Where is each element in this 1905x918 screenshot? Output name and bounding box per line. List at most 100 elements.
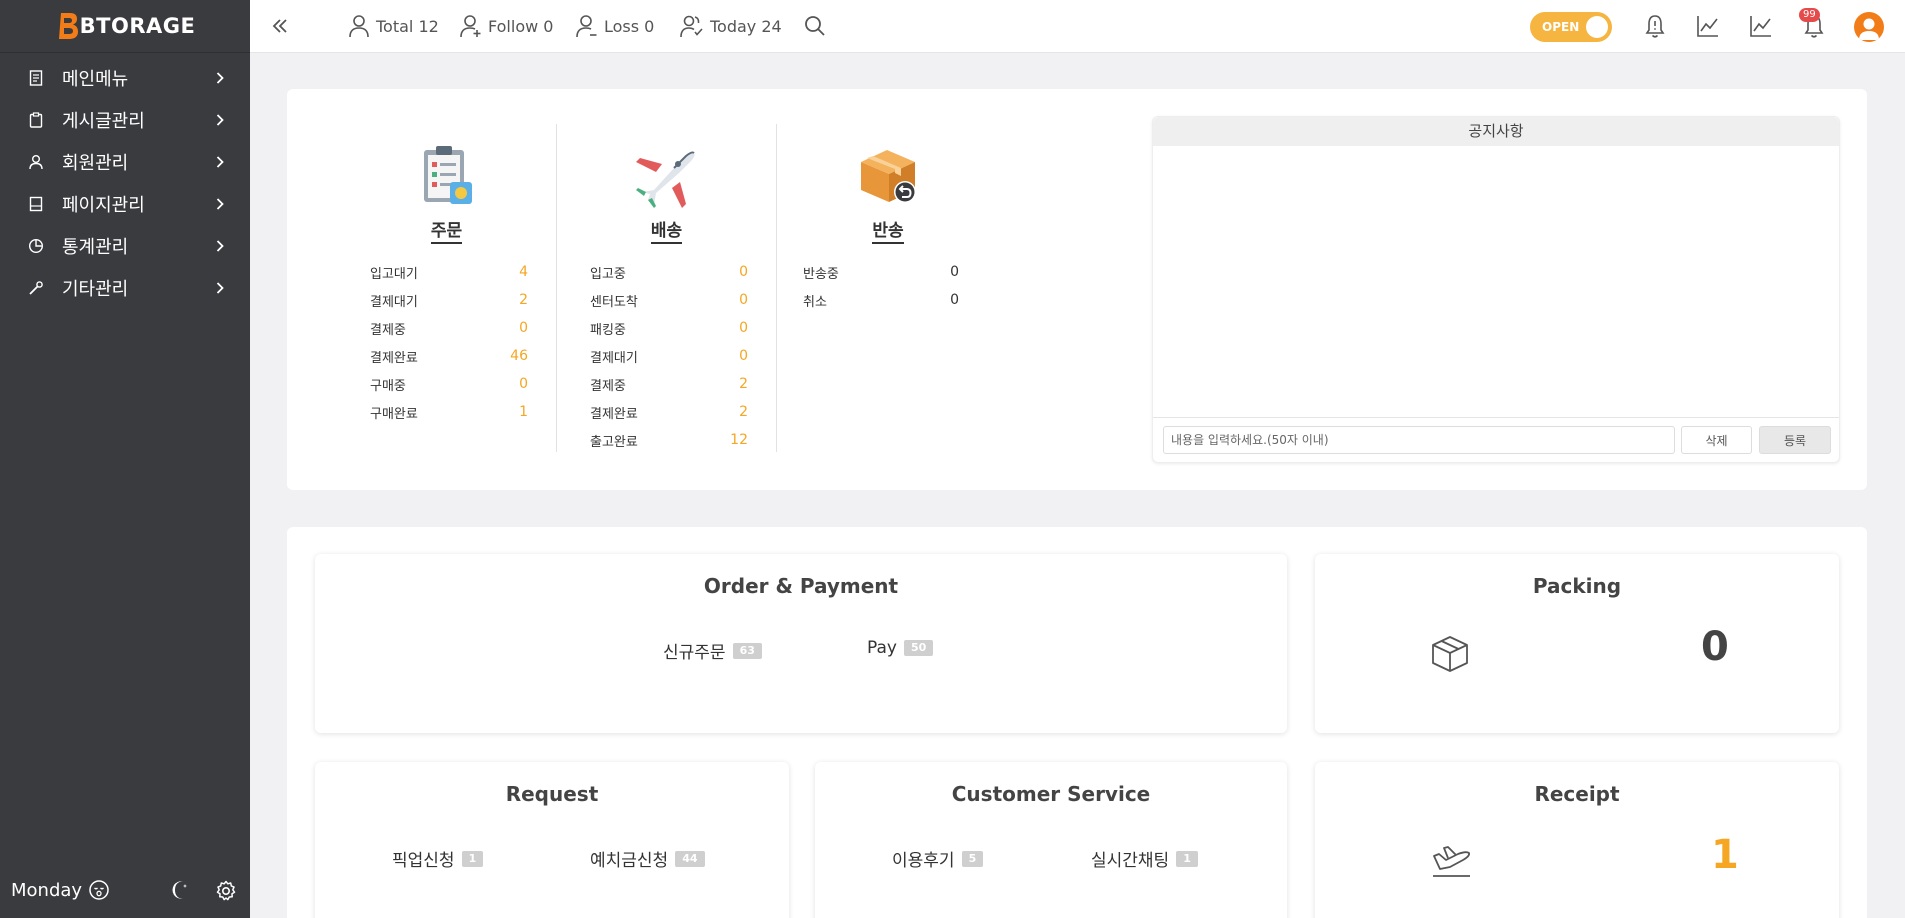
collapse-sidebar-icon[interactable]	[268, 14, 292, 38]
live-chat-item[interactable]: 실시간채팅 1	[1091, 846, 1198, 871]
item-label: 예치금신청	[590, 851, 669, 871]
sidebar-item-statistics[interactable]: 통계관리	[0, 225, 250, 267]
dark-mode-icon[interactable]	[168, 878, 192, 902]
receipt-card[interactable]: Receipt 1	[1315, 762, 1839, 918]
row-value: 0	[950, 292, 959, 308]
sidebar-item-label: 메인메뉴	[62, 69, 129, 90]
brand-logo[interactable]: BTORAGE	[0, 0, 250, 53]
sidebar-menu: 메인메뉴 게시글관리 회원관리 페이지관리 통계관리 기타관리	[0, 57, 250, 309]
list-item[interactable]: 출고완료 12	[590, 426, 750, 454]
weekday-label: Monday	[11, 879, 83, 901]
stat-today[interactable]: Today 24	[680, 13, 782, 39]
row-value: 2	[739, 376, 748, 392]
return-box-icon	[861, 150, 916, 203]
line-chart-icon[interactable]	[1695, 13, 1721, 39]
card-title: Packing	[1532, 574, 1622, 598]
row-value: 2	[739, 404, 748, 420]
clipboard-icon	[28, 112, 44, 128]
stat-total[interactable]: Total 12	[348, 13, 439, 39]
gear-icon[interactable]	[214, 879, 238, 903]
user-plus-icon	[460, 15, 481, 38]
user-icon	[28, 154, 44, 170]
sidebar-item-etc[interactable]: 기타관리	[0, 267, 250, 309]
list-item[interactable]: 구매완료 1	[370, 398, 530, 426]
list-item[interactable]: 구매중 0	[370, 370, 530, 398]
list-item[interactable]: 결제완료 2	[590, 398, 750, 426]
avatar[interactable]	[1854, 12, 1884, 42]
list-item[interactable]: 결제대기 2	[370, 286, 530, 314]
row-value: 0	[519, 320, 528, 336]
open-toggle[interactable]: OPEN	[1530, 12, 1612, 42]
card-title: Customer Service	[951, 782, 1151, 806]
row-label: 구매중	[370, 378, 406, 394]
sidebar-item-members[interactable]: 회원관리	[0, 141, 250, 183]
row-label: 취소	[803, 294, 827, 310]
line-chart-icon[interactable]	[1748, 13, 1774, 39]
list-item[interactable]: 결제완료 46	[370, 342, 530, 370]
brand-logo-icon	[58, 13, 78, 39]
sidebar-item-label: 페이지관리	[62, 195, 145, 216]
list-item[interactable]: 결제중 0	[370, 314, 530, 342]
list-item[interactable]: 결제중 2	[590, 370, 750, 398]
box-icon	[1432, 636, 1468, 672]
list-item[interactable]: 센터도착 0	[590, 286, 750, 314]
reviews-item[interactable]: 이용후기 5	[892, 846, 984, 871]
delivery-rows: 입고중 0 센터도착 0 패킹중 0 결제대기 0 결제중 2 결제완료 2 출고완료 12	[590, 258, 750, 454]
notice-input[interactable]	[1163, 426, 1675, 454]
list-item[interactable]: 패킹중 0	[590, 314, 750, 342]
card-title: Order & Payment	[703, 574, 899, 598]
notice-content	[1153, 146, 1839, 418]
notice-title: 공지사항	[1153, 117, 1839, 146]
count-badge: 5	[961, 850, 984, 867]
sidebar-item-posts[interactable]: 게시글관리	[0, 99, 250, 141]
stat-today-label: Today 24	[710, 16, 782, 36]
sidebar-item-main-menu[interactable]: 메인메뉴	[0, 57, 250, 99]
list-item[interactable]: 입고중 0	[590, 258, 750, 286]
row-value: 0	[739, 320, 748, 336]
pay-item[interactable]: Pay 50	[867, 638, 934, 658]
sidebar-item-pages[interactable]: 페이지관리	[0, 183, 250, 225]
delete-button[interactable]: 삭제	[1681, 426, 1752, 454]
row-label: 패킹중	[590, 322, 626, 338]
item-label: 신규주문	[663, 643, 726, 663]
deposit-request-item[interactable]: 예치금신청 44	[590, 846, 705, 871]
row-value: 4	[519, 264, 528, 280]
packing-card[interactable]: Packing 0	[1315, 554, 1839, 733]
register-button[interactable]: 등록	[1759, 426, 1831, 454]
pickup-request-item[interactable]: 픽업신청 1	[392, 846, 484, 871]
dashboard-cards-panel: Order & Payment 신규주문 63 Pay 50 Packing 0…	[287, 527, 1867, 918]
top-bar: Total 12 Follow 0 Loss 0 Today 24 OPEN 9…	[250, 0, 1905, 53]
card-title: Request	[505, 782, 599, 806]
search-icon[interactable]	[802, 13, 828, 39]
list-item[interactable]: 입고대기 4	[370, 258, 530, 286]
stat-follow[interactable]: Follow 0	[460, 13, 553, 39]
count-badge: 63	[732, 642, 762, 659]
chevron-right-icon	[214, 114, 226, 126]
list-item[interactable]: 취소 0	[803, 286, 963, 314]
chevron-right-icon	[214, 72, 226, 84]
sidebar-item-label: 기타관리	[62, 279, 129, 300]
bell-alert-icon[interactable]	[1642, 13, 1668, 39]
order-payment-card: Order & Payment 신규주문 63 Pay 50	[315, 554, 1287, 733]
sidebar: BTORAGE 메인메뉴 게시글관리 회원관리 페이지관리 통계관리 기타관리 …	[0, 0, 250, 918]
row-value: 0	[739, 292, 748, 308]
customer-service-card: Customer Service 이용후기 5 실시간채팅 1	[815, 762, 1287, 918]
count-badge: 50	[903, 640, 934, 656]
list-item[interactable]: 결제대기 0	[590, 342, 750, 370]
users-icon	[680, 15, 703, 38]
page-icon	[28, 196, 44, 212]
new-order-item[interactable]: 신규주문 63	[663, 638, 762, 663]
user-icon	[349, 15, 369, 38]
clipboard-checklist-icon	[423, 146, 472, 204]
sidebar-footer: Monday	[0, 862, 250, 918]
stat-loss[interactable]: Loss 0	[576, 13, 654, 39]
count-badge: 44	[675, 850, 705, 867]
delivery-column: 배송 입고중 0 센터도착 0 패킹중 0 결제대기 0 결제중 2 결제완료 2 출고완료…	[557, 124, 777, 452]
stat-total-label: Total 12	[376, 16, 439, 36]
order-title: 주문	[430, 221, 463, 244]
brand-name: BTORAGE	[79, 14, 196, 38]
list-item[interactable]: 반송중 0	[803, 258, 963, 286]
row-value: 0	[739, 264, 748, 280]
packing-count: 0	[1701, 624, 1729, 670]
row-label: 구매완료	[370, 406, 418, 422]
